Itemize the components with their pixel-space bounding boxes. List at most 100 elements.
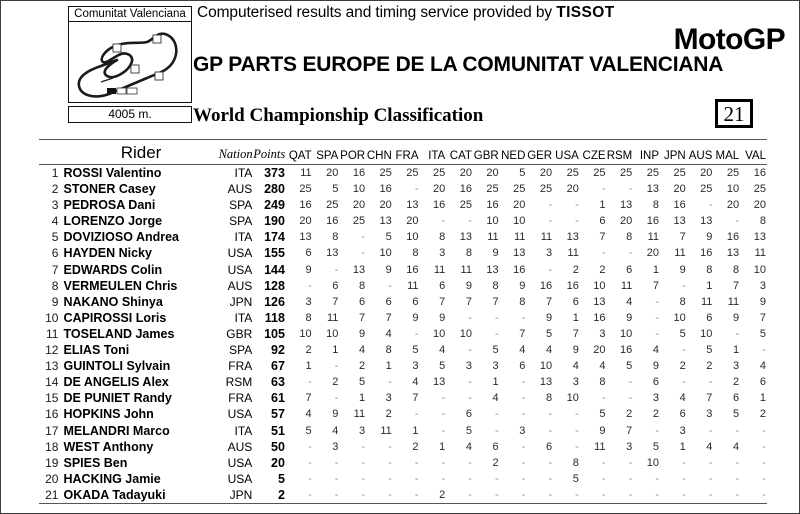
row-score-qat: - (285, 486, 313, 504)
row-rider-name: LORENZO Jorge (63, 214, 163, 229)
row-score-inp: 4 (652, 344, 659, 357)
table-row: 19 SPIES Ben USA 20- - - - - - -2- -8- -10- - - - (39, 455, 767, 471)
row-score-cze: - (601, 456, 606, 469)
row-score-fra: 2 (412, 440, 419, 453)
circuit-layout-icon (77, 32, 178, 98)
row-score-spa: 4 (332, 424, 339, 437)
row-total-points: 5 (277, 471, 285, 486)
row-score-spa: - (334, 472, 339, 485)
row-score-usa: 3 (572, 376, 579, 389)
row-score-jpn: 2 (679, 360, 686, 373)
row-score-usa: 9 (572, 344, 579, 357)
row-score-usa: 1 (572, 311, 579, 324)
row-score-ger: - (548, 263, 553, 276)
row-score-rsm: 3 (626, 440, 633, 453)
row-score-mal: 4 (733, 440, 740, 453)
row-score-cat: 5 (465, 424, 472, 437)
row-score-qat: - (307, 440, 312, 453)
row-score-gbr: 10 (486, 215, 499, 228)
row-score-rsm: - (628, 183, 633, 196)
row-score-gbr: - (495, 311, 499, 324)
row-position: 2 (51, 182, 59, 197)
row-rider-name: ROSSI Valentino (63, 166, 162, 180)
row-score-fra: - (414, 456, 419, 469)
row-score-spa: 5 (332, 183, 339, 196)
row-score-jpn: 20 (673, 183, 686, 196)
row-score-jpn: 9 (679, 263, 686, 276)
page-title: World Championship Classification (193, 105, 484, 126)
row-score-ned: - (521, 456, 526, 469)
row-position: 16 (45, 407, 59, 422)
row-score-chn: 9 (385, 263, 392, 276)
row-score-aus: 4 (706, 440, 713, 453)
row-nation: ITA (234, 166, 253, 180)
row-score-aus: 25 (700, 183, 713, 196)
header-position (39, 139, 64, 165)
row-score-val: 2 (759, 408, 766, 421)
row-score-chn: 3 (385, 392, 392, 405)
row-score-spa: - (334, 360, 339, 373)
row-score-mal: - (735, 456, 740, 469)
row-score-jpn: 4 (679, 392, 686, 405)
row-score-spa: 10 (326, 327, 339, 340)
row-score-qat: 25 (299, 183, 312, 196)
row-score-cat: - (468, 392, 472, 405)
row-rider-name: STONER Casey (63, 182, 156, 197)
row-score-chn: 5 (385, 231, 392, 244)
row-score-cat: 6 (465, 408, 472, 421)
row-score-ger: - (548, 199, 553, 212)
row-total-points: 2 (253, 486, 286, 504)
row-score-ita: 1 (439, 440, 446, 453)
row-score-cze: 11 (594, 440, 606, 453)
row-score-inp: 13 (646, 183, 659, 196)
row-score-ned: - (521, 392, 526, 405)
row-score-val: - (762, 472, 766, 485)
row-score-cze: 10 (593, 279, 606, 292)
header-race-ned: NED (499, 139, 527, 165)
row-score-cze: - (579, 486, 607, 504)
row-score-por: 5 (358, 376, 366, 389)
row-score-cat: 8 (465, 247, 472, 260)
round-number-badge: 21 (715, 99, 753, 128)
row-score-val: 11 (754, 247, 766, 260)
row-total-points: 63 (271, 375, 285, 390)
table-header-row: Rider Nation Points QAT SPA POR CHN FRA ITA CA… (39, 139, 767, 165)
row-score-jpn: 25 (673, 167, 686, 179)
row-nation: USA (227, 246, 253, 261)
row-score-gbr: 5 (492, 344, 499, 357)
row-score-fra: - (414, 327, 419, 340)
series-logo: MotoGP (673, 23, 786, 56)
row-score-rsm: 20 (620, 215, 633, 228)
row-score-ita: 5 (439, 360, 446, 373)
row-score-cze: 16 (593, 311, 606, 324)
row-score-fra: 8 (412, 247, 419, 260)
row-score-fra: 11 (407, 279, 419, 292)
row-score-ned: 13 (513, 247, 526, 260)
row-position: 8 (51, 278, 59, 293)
row-score-gbr: - (495, 472, 499, 485)
row-score-chn: - (388, 279, 392, 292)
row-position: 19 (45, 455, 59, 470)
row-score-qat: 7 (305, 392, 312, 405)
row-score-jpn: - (682, 376, 686, 389)
row-nation: ITA (234, 310, 253, 325)
timing-provider-line: Computerised results and timing service … (197, 4, 615, 22)
row-score-cze: 3 (599, 327, 606, 340)
header-race-mal: MAL (713, 139, 741, 165)
row-score-mal: - (735, 215, 740, 228)
row-score-qat: 8 (305, 311, 312, 324)
row-score-qat: 5 (305, 424, 312, 437)
row-score-aus: - (708, 456, 713, 469)
row-score-rsm: 5 (626, 360, 633, 373)
row-score-cat: 4 (465, 440, 472, 453)
header-race-aus: AUS (686, 139, 714, 165)
row-score-chn: 20 (379, 199, 392, 212)
row-score-aus: 10 (700, 327, 713, 340)
row-score-cat: - (468, 456, 472, 469)
row-score-fra: 10 (406, 231, 419, 244)
row-score-jpn: 6 (679, 408, 686, 421)
row-score-mal: - (735, 424, 740, 437)
row-score-jpn: 11 (674, 247, 686, 260)
row-rider-name: ELIAS Toni (63, 343, 130, 358)
row-score-inp: - (655, 327, 659, 340)
